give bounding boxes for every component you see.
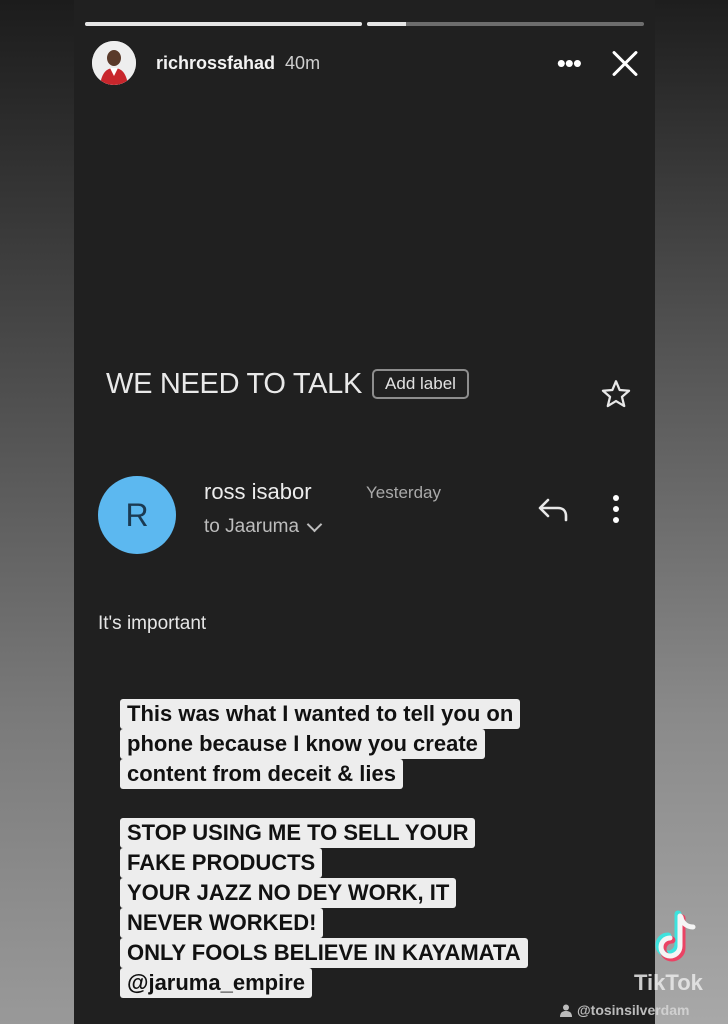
overlay-line: @jaruma_empire (120, 968, 312, 998)
overlay-line: YOUR JAZZ NO DEY WORK, IT (120, 878, 457, 908)
story-viewer[interactable]: richrossfahad 40m ••• WE NEED TO TALK Ad… (74, 0, 655, 1024)
sender-avatar[interactable]: R (98, 476, 176, 554)
tiktok-logo-icon (655, 910, 696, 962)
user-icon (560, 1004, 572, 1017)
kebab-menu-icon[interactable] (612, 495, 620, 525)
overlay-text-block-1: This was what I wanted to tell you on ph… (120, 699, 521, 789)
tiktok-handle: @tosinsilverdam (560, 1002, 689, 1018)
avatar-photo-icon (92, 41, 136, 85)
story-time: 40m (285, 52, 321, 73)
overlay-line: content from deceit & lies (120, 759, 403, 789)
star-icon[interactable] (599, 377, 633, 411)
overlay-line: FAKE PRODUCTS (120, 848, 323, 878)
progress-segment (85, 22, 362, 26)
overlay-line: NEVER WORKED! (120, 908, 324, 938)
email-subject-row: WE NEED TO TALK Add label (106, 362, 633, 406)
overlay-line: This was what I wanted to tell you on (120, 699, 521, 729)
recipient-toggle[interactable]: to Jaaruma (204, 516, 323, 538)
email-sender-row: R ross isabor Yesterday to Jaaruma (98, 476, 635, 556)
add-label-button[interactable]: Add label (372, 369, 469, 399)
background-right (655, 0, 728, 1024)
user-avatar[interactable] (92, 41, 136, 85)
overlay-line: ONLY FOOLS BELIEVE IN KAYAMATA (120, 938, 528, 968)
more-options-icon[interactable]: ••• (557, 50, 582, 76)
story-username[interactable]: richrossfahad (156, 53, 275, 74)
progress-segment (367, 22, 644, 26)
overlay-line: phone because I know you create (120, 729, 485, 759)
email-subject: WE NEED TO TALK (106, 367, 363, 400)
background-left (0, 0, 74, 1024)
sender-date: Yesterday (366, 483, 441, 502)
chevron-down-icon (306, 516, 323, 532)
reply-icon[interactable] (536, 494, 570, 524)
tiktok-watermark: TikTok (634, 970, 703, 995)
story-progress (85, 22, 644, 26)
close-icon[interactable] (607, 46, 641, 80)
email-body: It's important (98, 613, 207, 634)
overlay-text-block-2: STOP USING ME TO SELL YOUR FAKE PRODUCTS… (120, 818, 528, 998)
overlay-line: STOP USING ME TO SELL YOUR (120, 818, 476, 848)
recipient-label: to Jaaruma (204, 516, 300, 537)
tiktok-handle-text: @tosinsilverdam (577, 1002, 690, 1018)
sender-name: ross isabor (204, 479, 312, 504)
story-header: richrossfahad 40m ••• (92, 40, 641, 86)
